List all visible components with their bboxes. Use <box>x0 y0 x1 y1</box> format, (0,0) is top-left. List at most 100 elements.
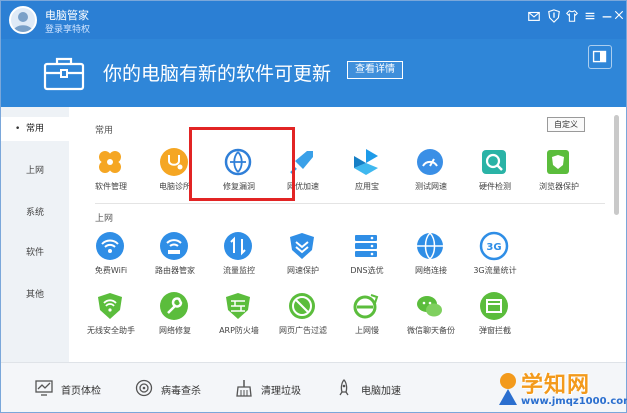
tool-label: 路由器管家 <box>155 266 195 275</box>
tool-popup-block[interactable]: 弹窗拦截 <box>463 291 527 337</box>
tool-software-manager[interactable]: 软件管理 <box>79 147 143 193</box>
scrollbar[interactable] <box>614 115 619 215</box>
close-icon[interactable] <box>611 9 627 25</box>
tool-label: 微信聊天备份 <box>407 326 455 335</box>
app-title: 电脑管家 <box>45 9 89 22</box>
site-watermark: 学知网 www.jmqz1000.com <box>491 363 627 413</box>
bottom-nav-label: 清理垃圾 <box>261 386 301 397</box>
tool-label: 硬件检测 <box>479 182 511 191</box>
watermark-logo-icon <box>499 373 517 405</box>
customize-button[interactable]: 自定义 <box>547 117 585 132</box>
tool-arp-firewall[interactable]: ARP防火墙 <box>207 291 271 337</box>
tool-label: 免费WiFi <box>94 266 128 275</box>
banner-message: 你的电脑有新的软件可更新 <box>103 63 332 85</box>
section-divider <box>95 203 605 204</box>
avatar[interactable] <box>9 6 37 34</box>
tool-app-store[interactable]: 应用宝 <box>335 147 399 193</box>
clover-icon <box>99 151 121 173</box>
sidebar-item-internet[interactable]: 上网 <box>1 159 69 183</box>
shield-chevron-icon <box>290 233 314 259</box>
tool-ad-filter[interactable]: 网页广告过滤 <box>271 291 335 337</box>
tool-label: 3G流量统计 <box>473 266 517 275</box>
tool-label: 软件管理 <box>95 182 127 191</box>
speedometer-icon <box>417 149 443 175</box>
app-window: 电脑管家 登录享特权 你的电脑有新的软件可更新 查看详情 • 常用 上网 系统 … <box>0 0 627 413</box>
tool-dns-optimize[interactable]: DNS选优 <box>335 231 399 277</box>
tool-browser-protection[interactable]: 浏览器保护 <box>527 147 591 193</box>
tool-3g-traffic[interactable]: 3G 3G流量统计 <box>463 231 527 277</box>
user-avatar-icon <box>13 12 33 32</box>
3g-icon: 3G <box>479 231 509 261</box>
wifi-shield-icon <box>98 293 122 319</box>
menu-icon[interactable] <box>582 9 598 25</box>
tools-panel: 常用 自定义 软件管理 电脑诊所 修复漏洞 网优加速 应用宝 测试网速 硬件检测… <box>69 107 626 362</box>
tool-label: 流量监控 <box>223 266 255 275</box>
login-privilege-link[interactable]: 登录享特权 <box>45 22 90 35</box>
tool-speed-protection[interactable]: 网速保护 <box>271 231 335 277</box>
sidebar-item-other[interactable]: 其他 <box>1 283 69 307</box>
shield-icon[interactable] <box>546 9 562 25</box>
tool-label: 无线安全助手 <box>87 326 135 335</box>
tool-label: 网络修复 <box>159 326 191 335</box>
section-title-common: 常用 <box>95 126 114 136</box>
tool-label: 网络连接 <box>415 266 447 275</box>
tool-slow-internet[interactable]: 上网慢 <box>335 291 399 337</box>
watermark-domain: www.jmqz1000.com <box>521 396 627 407</box>
wifi-icon <box>96 232 124 260</box>
wrench-icon <box>160 292 188 320</box>
server-stack-icon <box>355 235 377 257</box>
router-wifi-icon <box>160 232 188 260</box>
bottom-nav-label: 电脑加速 <box>361 386 401 397</box>
view-details-button[interactable]: 查看详情 <box>347 61 403 79</box>
panel-toggle-button[interactable] <box>588 45 612 69</box>
highlight-annotation <box>189 127 295 201</box>
globe-icon <box>417 232 443 260</box>
broom-icon <box>236 380 252 397</box>
tool-label: 弹窗拦截 <box>479 326 511 335</box>
watermark-brand: 学知网 <box>521 373 591 398</box>
toolbox-icon <box>43 57 85 91</box>
tool-label: DNS选优 <box>350 266 384 275</box>
virus-scan-icon <box>135 379 153 397</box>
tool-label: 网速保护 <box>287 266 319 275</box>
tool-wireless-security[interactable]: 无线安全助手 <box>79 291 143 337</box>
title-bar: 电脑管家 登录享特权 <box>1 1 626 39</box>
tool-label: 网页广告过滤 <box>279 326 327 335</box>
rocket-outline-icon <box>339 379 349 396</box>
wechat-icon <box>417 296 442 317</box>
tool-traffic-monitor[interactable]: 流量监控 <box>207 231 271 277</box>
tool-label: ARP防火墙 <box>219 326 259 335</box>
bottom-nav-label: 首页体检 <box>61 386 101 397</box>
traffic-arrows-icon <box>224 232 252 260</box>
tool-label: 测试网速 <box>415 182 447 191</box>
skin-shirt-icon[interactable] <box>564 9 580 25</box>
tool-free-wifi[interactable]: 免费WiFi <box>79 231 143 277</box>
panel-layout-icon <box>592 50 607 63</box>
update-banner: 你的电脑有新的软件可更新 查看详情 <box>1 39 626 107</box>
browser-shield-icon <box>547 150 569 174</box>
tool-wechat-backup[interactable]: 微信聊天备份 <box>399 291 463 337</box>
ad-filter-icon <box>289 293 315 319</box>
ie-slow-icon <box>353 294 379 319</box>
hardware-scan-icon <box>482 150 506 174</box>
tool-label: 浏览器保护 <box>539 182 579 191</box>
sidebar-item-common[interactable]: 常用 <box>1 117 69 141</box>
monitor-chart-icon <box>35 380 53 396</box>
stethoscope-icon <box>160 148 188 176</box>
sidebar-item-system[interactable]: 系统 <box>1 201 69 225</box>
tool-label: 上网慢 <box>355 326 379 335</box>
category-sidebar: 常用 上网 系统 软件 其他 <box>1 107 69 362</box>
section-title-internet: 上网 <box>95 214 114 224</box>
tool-hardware-check[interactable]: 硬件检测 <box>463 147 527 193</box>
tool-label: 应用宝 <box>355 182 379 191</box>
tool-router-manager[interactable]: 路由器管家 <box>143 231 207 277</box>
tool-network-connection[interactable]: 网络连接 <box>399 231 463 277</box>
mail-icon[interactable] <box>526 9 542 25</box>
tool-speed-test[interactable]: 测试网速 <box>399 147 463 193</box>
tool-network-repair[interactable]: 网络修复 <box>143 291 207 337</box>
svg-text:3G: 3G <box>486 242 501 253</box>
firewall-icon <box>226 293 250 319</box>
sidebar-item-software[interactable]: 软件 <box>1 241 69 265</box>
bottom-nav-label: 病毒查杀 <box>161 386 201 397</box>
popup-block-icon <box>480 292 508 320</box>
